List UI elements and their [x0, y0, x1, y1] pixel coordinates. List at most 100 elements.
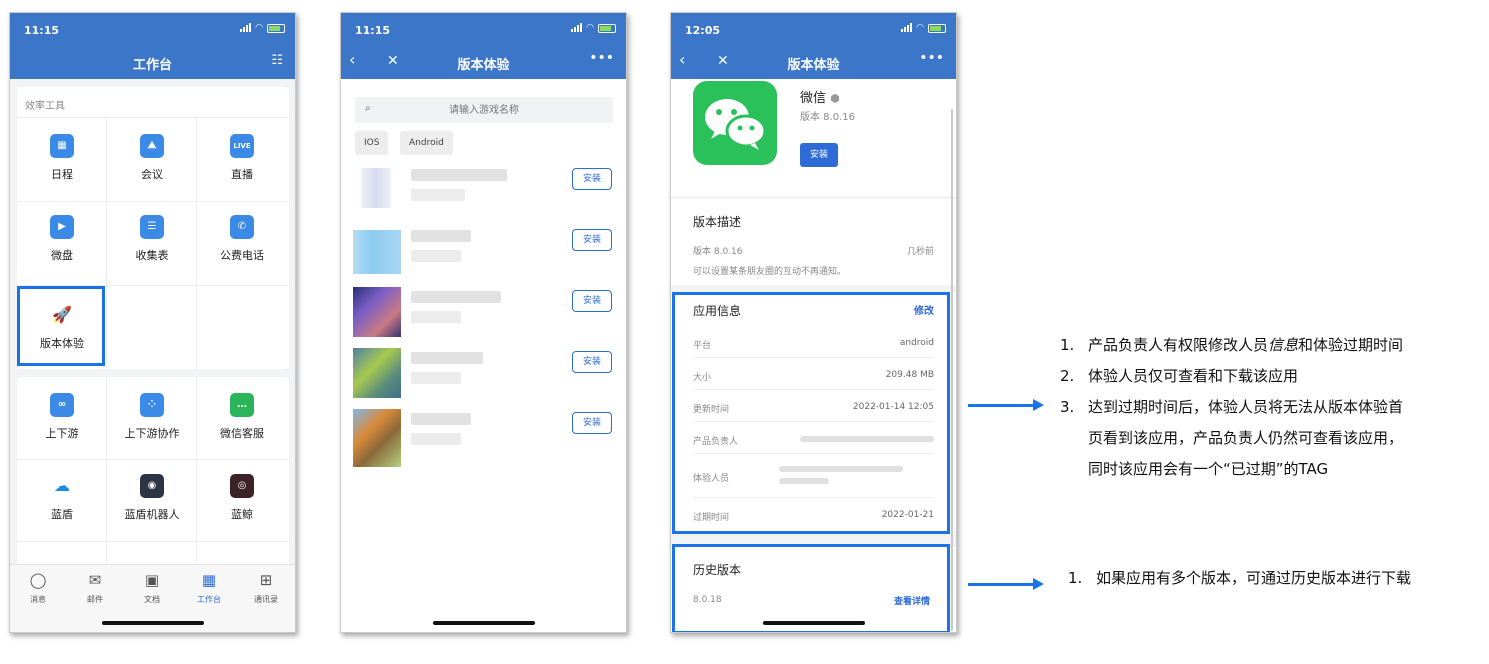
- blurred-app-icon: [353, 409, 401, 467]
- tab-messages[interactable]: ◯ 消息: [13, 571, 63, 605]
- battery-icon: [928, 23, 946, 33]
- install-button[interactable]: 安装: [572, 168, 612, 190]
- highlight-box: [672, 544, 950, 632]
- blurred-app-icon: [353, 348, 401, 398]
- blurred-app-icon: [353, 230, 401, 274]
- scrollbar[interactable]: [951, 109, 953, 631]
- section-title: 版本描述: [693, 215, 742, 229]
- more-icon[interactable]: •••: [919, 50, 944, 66]
- nav-bar: 工作台 ☷: [10, 45, 295, 79]
- install-button[interactable]: 安装: [800, 143, 838, 167]
- app-blueshield-robot[interactable]: ◉ 蓝盾机器人: [108, 474, 196, 554]
- list-item[interactable]: 安装: [341, 224, 626, 284]
- app-label: 直播: [231, 168, 253, 181]
- highlight-box: [17, 286, 105, 366]
- phone-icon: ✆: [230, 215, 254, 239]
- status-bar: 11:15 ◠: [10, 13, 295, 45]
- desc-version: 版本 8.0.16: [693, 247, 743, 257]
- arrow-to-app-info: [968, 399, 1044, 411]
- live-icon: LIVE: [230, 134, 254, 158]
- status-bar: 11:15 ◠: [341, 13, 626, 45]
- search-input[interactable]: [355, 97, 613, 123]
- app-label: 收集表: [135, 249, 169, 262]
- page-title: 版本体验: [787, 58, 840, 73]
- list-item[interactable]: 安装: [341, 346, 626, 406]
- app-label: 蓝盾: [51, 508, 73, 521]
- filter-ios[interactable]: IOS: [355, 131, 389, 155]
- tab-label: 文档: [144, 595, 160, 604]
- tab-label: 通讯录: [254, 595, 278, 604]
- link-icon: ∞: [50, 393, 74, 417]
- wifi-icon: ◠: [586, 23, 594, 33]
- list-item[interactable]: 安装: [341, 163, 626, 223]
- settings-list-icon[interactable]: ☷: [271, 53, 283, 68]
- tab-docs[interactable]: ▣ 文档: [127, 571, 177, 605]
- app-drive[interactable]: ▶ 微盘: [18, 215, 106, 295]
- app-label: 上下游: [45, 427, 79, 440]
- desc-text: 可以设置某条朋友圈的互动不再通知。: [693, 267, 847, 277]
- app-label: 公费电话: [220, 249, 264, 262]
- app-wechat-service[interactable]: … 微信客服: [198, 393, 286, 473]
- app-upstream-collab[interactable]: ⁘ 上下游协作: [108, 393, 196, 473]
- wifi-icon: ◠: [255, 23, 263, 33]
- app-form[interactable]: ☰ 收集表: [108, 215, 196, 295]
- filter-android[interactable]: Android: [400, 131, 453, 155]
- app-upstream[interactable]: ∞ 上下游: [18, 393, 106, 473]
- list-item[interactable]: 安装: [341, 285, 626, 345]
- chat-icon: …: [230, 393, 254, 417]
- note-item: 2. 体验人员仅可查看和下载该应用: [1060, 367, 1299, 385]
- drive-icon: ▶: [50, 215, 74, 239]
- tab-workbench[interactable]: ▦ 工作台: [184, 571, 234, 605]
- desc-time: 几秒前: [906, 247, 934, 257]
- section-label: 效率工具: [25, 101, 65, 112]
- search-bar: ⌕: [355, 97, 613, 123]
- app-meeting[interactable]: ⛰ 会议: [108, 134, 196, 214]
- tab-contacts[interactable]: ⊞ 通讯录: [241, 571, 291, 605]
- form-icon: ☰: [140, 215, 164, 239]
- signal-icon: [571, 23, 583, 32]
- signal-icon: [901, 23, 913, 32]
- app-version: 版本 8.0.16: [800, 112, 855, 123]
- version-detail-screen: 12:05 ◠ ‹ ✕ 版本体验 ••• 微信 ⬢ 版本 8.0.16 安装 版…: [670, 12, 957, 633]
- mail-icon: ✉: [88, 571, 102, 589]
- more-icon[interactable]: •••: [589, 50, 614, 66]
- app-name: 微信 ⬢: [800, 91, 840, 106]
- message-icon: ◯: [29, 571, 47, 589]
- app-label: 微信客服: [220, 427, 264, 440]
- status-time: 11:15: [355, 24, 391, 37]
- app-label: 微盘: [51, 249, 73, 262]
- app-bluewhale[interactable]: ◎ 蓝鲸: [198, 474, 286, 554]
- list-item[interactable]: 安装: [341, 407, 626, 467]
- install-button[interactable]: 安装: [572, 290, 612, 312]
- battery-icon: [267, 23, 285, 33]
- app-label: 上下游协作: [124, 427, 180, 440]
- nav-bar: ‹ ✕ 版本体验 •••: [341, 45, 626, 79]
- android-icon: ⬢: [830, 92, 840, 105]
- history-notes: 1. 如果应用有多个版本，可通过历史版本进行下载: [1068, 563, 1411, 594]
- install-button[interactable]: 安装: [572, 229, 612, 251]
- install-button[interactable]: 安装: [572, 412, 612, 434]
- app-live[interactable]: LIVE 直播: [198, 134, 286, 214]
- home-indicator: [432, 621, 535, 625]
- home-indicator: [101, 621, 204, 625]
- workbench-icon: ▦: [201, 571, 217, 589]
- app-info-notes: 1. 产品负责人有权限修改人员信息和体验过期时间 2. 体验人员仅可查看和下载该…: [1060, 330, 1403, 485]
- meeting-icon: ⛰: [140, 134, 164, 158]
- app-blueshield[interactable]: ☁ 蓝盾: [18, 474, 106, 554]
- blurred-app-icon: [361, 168, 391, 208]
- status-icons: ◠: [901, 23, 946, 33]
- page-title: 版本体验: [457, 58, 510, 73]
- wifi-icon: ◠: [916, 23, 924, 33]
- calendar-icon: ▦: [50, 134, 74, 158]
- tab-mail[interactable]: ✉ 邮件: [70, 571, 120, 605]
- battery-icon: [598, 23, 616, 33]
- version-list-screen: 11:15 ◠ ‹ ✕ 版本体验 ••• ⌕ IOS Android 安装 安装…: [340, 12, 627, 633]
- wechat-logo-icon: [693, 81, 777, 165]
- app-calendar[interactable]: ▦ 日程: [18, 134, 106, 214]
- tab-label: 邮件: [87, 595, 103, 604]
- app-phone[interactable]: ✆ 公费电话: [198, 215, 286, 295]
- search-icon: ⌕: [365, 103, 371, 114]
- note-item: 3. 达到过期时间后，体验人员将无法从版本体验首 页看到该应用，产品负责人仍然可…: [1060, 398, 1404, 478]
- install-button[interactable]: 安装: [572, 351, 612, 373]
- status-icons: ◠: [240, 23, 285, 33]
